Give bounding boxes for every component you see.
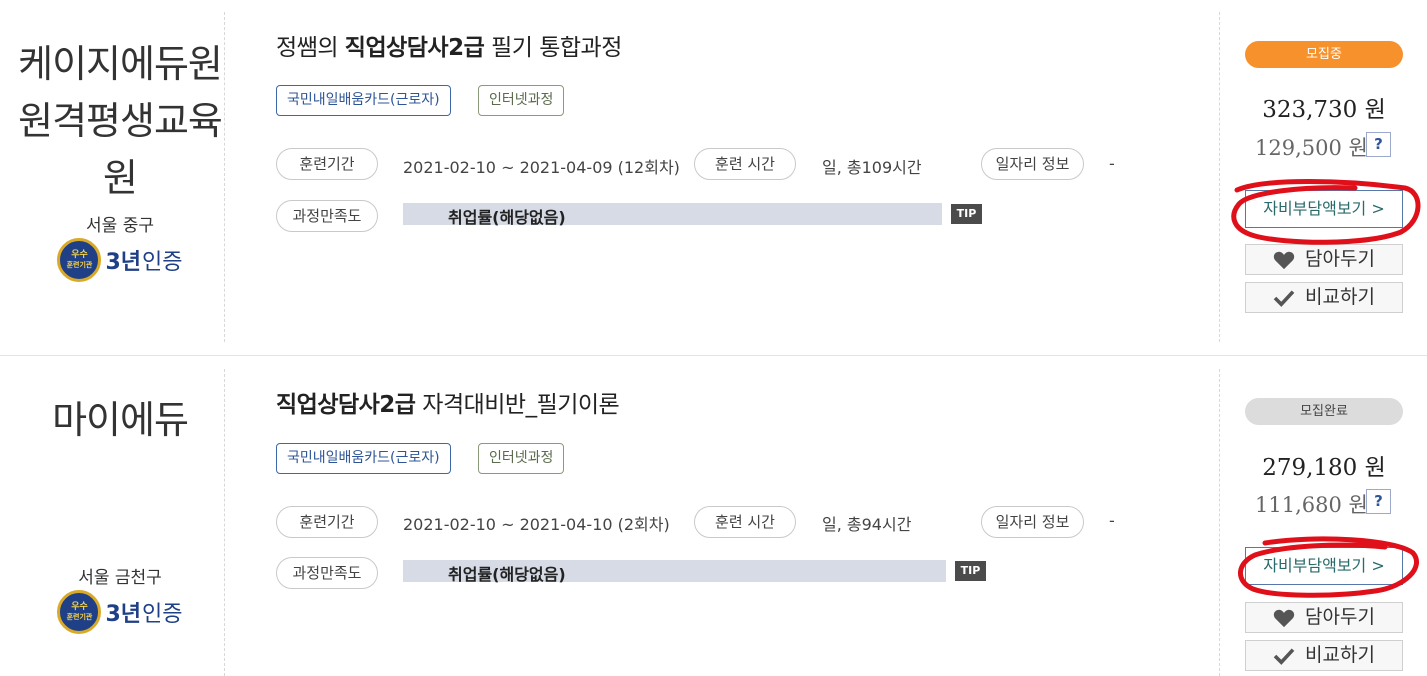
compare-button[interactable]: 비교하기	[1245, 282, 1403, 313]
institution-name[interactable]: 케이지에듀원 원격평생교육원	[18, 36, 223, 207]
tag-course-type: 인터넷과정	[478, 443, 565, 474]
cert-label: 인증	[142, 250, 183, 275]
tip-button[interactable]: TIP	[951, 204, 982, 224]
hours-label: 훈련 시간	[694, 506, 796, 538]
institution-location: 서울 중구	[86, 216, 154, 236]
period-label: 훈련기간	[276, 148, 378, 180]
cert-years: 3년	[105, 602, 142, 627]
institution-location: 서울 금천구	[78, 568, 162, 588]
course-card: 케이지에듀원 원격평생교육원 서울 중구 우수 훈련기관 3년 인증 정쌤의 직…	[0, 0, 1427, 356]
price-help-button[interactable]: ?	[1366, 132, 1391, 157]
save-button-label: 담아두기	[1305, 606, 1375, 628]
column-divider	[224, 12, 225, 342]
period-value: 2021-02-10 ~ 2021-04-10 (2회차)	[403, 515, 670, 534]
self-pay-price: 111,680 원	[1255, 493, 1368, 517]
compare-button-label: 비교하기	[1305, 286, 1375, 308]
job-info-label[interactable]: 일자리 정보	[981, 506, 1084, 538]
tag-card-type: 국민내일배움카드(근로자)	[276, 443, 451, 474]
price-help-button[interactable]: ?	[1366, 489, 1391, 514]
course-card: 마이에듀 서울 금천구 우수 훈련기관 3년 인증 직업상담사2급 자격대비반_…	[0, 357, 1427, 676]
institution-info: 마이에듀 서울 금천구 우수 훈련기관 3년 인증	[18, 392, 222, 634]
employment-rate: 취업률(해당없음)	[448, 208, 566, 227]
job-info-value: -	[1109, 511, 1115, 530]
self-pay-view-button[interactable]: 자비부담액보기 >	[1245, 547, 1403, 585]
cert-label: 인증	[142, 602, 183, 627]
check-icon	[1273, 647, 1295, 665]
satisfaction-label: 과정만족도	[276, 557, 378, 589]
tag-course-type: 인터넷과정	[478, 85, 565, 116]
save-button[interactable]: 담아두기	[1245, 602, 1403, 633]
self-pay-view-button[interactable]: 자비부담액보기 >	[1245, 190, 1403, 228]
hours-value: 일, 총109시간	[822, 158, 922, 177]
column-divider	[1219, 369, 1220, 676]
period-label: 훈련기간	[276, 506, 378, 538]
job-info-value: -	[1109, 154, 1115, 173]
satisfaction-label: 과정만족도	[276, 200, 378, 232]
status-badge: 모집완료	[1245, 398, 1403, 425]
period-value: 2021-02-10 ~ 2021-04-09 (12회차)	[403, 158, 680, 177]
employment-rate: 취업률(해당없음)	[448, 565, 566, 584]
cert-years: 3년	[105, 250, 142, 275]
course-title[interactable]: 정쌤의 직업상담사2급 필기 통합과정	[276, 28, 622, 62]
status-badge: 모집중	[1245, 41, 1403, 68]
heart-icon	[1273, 251, 1295, 269]
tag-card-type: 국민내일배움카드(근로자)	[276, 85, 451, 116]
institution-info: 케이지에듀원 원격평생교육원 서울 중구 우수 훈련기관 3년 인증	[18, 36, 223, 282]
job-info-label[interactable]: 일자리 정보	[981, 148, 1084, 180]
certification-badge: 우수 훈련기관 3년 인증	[18, 590, 222, 634]
column-divider	[224, 369, 225, 676]
course-price: 279,180 원	[1262, 455, 1386, 481]
save-button[interactable]: 담아두기	[1245, 244, 1403, 275]
tip-button[interactable]: TIP	[955, 561, 986, 581]
compare-button[interactable]: 비교하기	[1245, 640, 1403, 671]
seal-icon: 우수 훈련기관	[57, 238, 102, 282]
compare-button-label: 비교하기	[1305, 644, 1375, 666]
course-price: 323,730 원	[1262, 97, 1386, 123]
hours-value: 일, 총94시간	[822, 515, 912, 534]
course-title[interactable]: 직업상담사2급 자격대비반_필기이론	[276, 385, 620, 419]
save-button-label: 담아두기	[1305, 248, 1375, 270]
column-divider	[1219, 12, 1220, 342]
row-divider	[0, 355, 1427, 356]
institution-name[interactable]: 마이에듀	[18, 392, 222, 449]
heart-icon	[1273, 609, 1295, 627]
hours-label: 훈련 시간	[694, 148, 796, 180]
check-icon	[1273, 289, 1295, 307]
certification-badge: 우수 훈련기관 3년 인증	[18, 238, 222, 282]
self-pay-price: 129,500 원	[1255, 136, 1368, 160]
seal-icon: 우수 훈련기관	[57, 590, 102, 634]
